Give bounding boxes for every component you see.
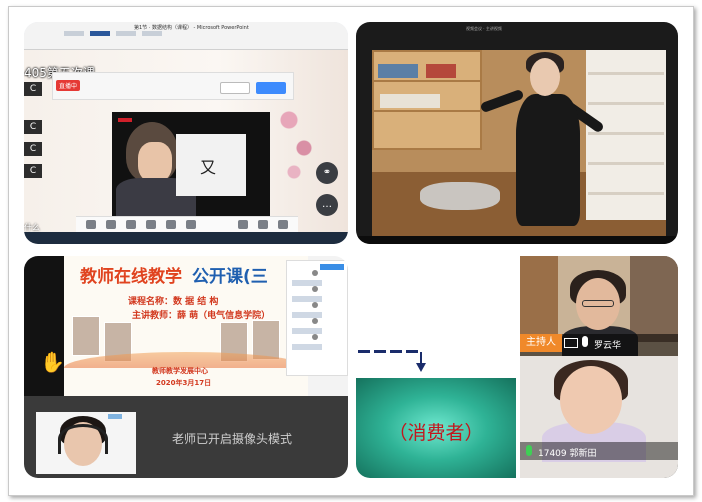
video-tag — [118, 118, 132, 122]
meeting-participants-panel: 主持人 罗云华 17409 郭新田 — [520, 256, 678, 478]
tool-icon[interactable] — [312, 334, 318, 340]
chat-icon[interactable] — [186, 220, 196, 229]
windows-taskbar — [356, 236, 678, 244]
headset-icon — [58, 424, 108, 454]
shelf-line — [372, 80, 482, 82]
more-icon[interactable] — [278, 220, 288, 229]
live-badge: 直播中 — [56, 80, 81, 91]
tool-icon[interactable] — [312, 318, 318, 324]
tool-icon[interactable] — [312, 270, 318, 276]
person-body — [516, 94, 580, 226]
settings-icon[interactable] — [258, 220, 268, 229]
dashed-arrow-segment — [374, 350, 386, 353]
blind-slat — [588, 192, 664, 195]
shelf — [520, 256, 558, 342]
camera-mode-panel: 老师已开启摄像头模式 — [24, 396, 348, 478]
side-label[interactable]: C — [24, 142, 42, 156]
video-caption: 视频会议 · 主讲视频 — [466, 26, 502, 31]
host-badge: 主持人 — [520, 334, 562, 352]
dashed-arrow-segment — [390, 350, 402, 353]
window-title: 第1节 · 数据结构（课程） - Microsoft PowerPoint — [134, 25, 249, 31]
ribbon-tab[interactable] — [116, 31, 136, 36]
emoji-icon[interactable] — [238, 220, 248, 229]
chat-row — [292, 280, 322, 286]
curtain — [630, 256, 678, 342]
hand-cursor-icon: ✋ — [40, 350, 65, 374]
blind-slat — [588, 72, 664, 75]
chat-row — [292, 344, 322, 350]
shelf-line — [372, 110, 482, 112]
more-icon[interactable]: … — [316, 194, 338, 216]
teacher-line: 主讲教师：薛 萌（电气信息学院） — [132, 311, 271, 321]
dashed-arrow-segment — [406, 350, 418, 353]
tool-icon[interactable] — [312, 302, 318, 308]
whiteboard-icon[interactable] — [146, 220, 156, 229]
participant-name: 17409 郭新田 — [538, 449, 597, 459]
glasses — [582, 300, 614, 307]
side-label[interactable]: C — [24, 164, 42, 178]
side-label[interactable]: C — [24, 120, 42, 134]
arrow-down-icon — [416, 363, 426, 372]
person-face — [138, 142, 172, 182]
mic-icon[interactable] — [86, 220, 96, 229]
consumer-box: （消费者） — [356, 378, 516, 478]
chat-row — [292, 296, 322, 302]
mic-icon — [582, 336, 588, 347]
books — [426, 64, 456, 78]
ribbon-tab[interactable] — [90, 31, 110, 36]
blind-slat — [588, 132, 664, 135]
ribbon-tabs — [64, 31, 162, 36]
powerpoint-live-panel: 第1节 · 数据结构（课程） - Microsoft PowerPoint 40… — [24, 22, 348, 244]
slide-photo — [72, 316, 100, 356]
person-face — [560, 366, 622, 434]
host-name: 罗云华 — [594, 341, 622, 351]
dashed-arrow-segment — [358, 350, 370, 353]
tool-icon[interactable] — [312, 286, 318, 292]
consumer-label: （消费者） — [388, 422, 484, 444]
share-screen-icon[interactable] — [126, 220, 136, 229]
date-line: 2020年3月17日 — [156, 379, 212, 387]
windows-taskbar — [24, 232, 348, 244]
books — [380, 94, 440, 108]
board-character: 又 — [200, 158, 217, 177]
screen-share-icon — [564, 338, 578, 348]
teacher-video: 又 — [112, 112, 270, 216]
dog — [420, 182, 500, 210]
center-line: 教师教学发展中心 — [152, 367, 208, 375]
app-logo-icon — [108, 414, 122, 419]
settings-button[interactable] — [220, 82, 250, 94]
person-face — [530, 58, 560, 96]
chat-row — [292, 312, 322, 318]
mic-active-icon — [526, 445, 532, 456]
start-live-button[interactable] — [256, 82, 286, 94]
course-line: 课程名称：数 据 结 构 — [128, 297, 219, 307]
chat-row — [292, 328, 322, 334]
left-strip — [24, 256, 64, 396]
slide-title-part2: 公开课(三 — [192, 267, 268, 287]
camera-icon[interactable] — [106, 220, 116, 229]
books — [378, 64, 418, 78]
side-label[interactable]: C — [24, 82, 42, 96]
blind-slat — [588, 102, 664, 105]
record-icon[interactable] — [166, 220, 176, 229]
open-class-slide-panel: 教师在线教学 公开课(三 课程名称：数 据 结 构 主讲教师：薛 萌（电气信息学… — [24, 256, 348, 396]
camera-mode-message: 老师已开启摄像头模式 — [172, 432, 293, 446]
ribbon-tab[interactable] — [142, 31, 162, 36]
chat-button[interactable] — [320, 264, 344, 270]
slide-title-part1: 教师在线教学 — [80, 267, 182, 287]
link-icon[interactable]: ⚭ — [316, 162, 338, 184]
ribbon-tab[interactable] — [64, 31, 84, 36]
webcam-dancer-panel: 视频会议 · 主讲视频 — [356, 22, 678, 244]
blind-slat — [588, 162, 664, 165]
